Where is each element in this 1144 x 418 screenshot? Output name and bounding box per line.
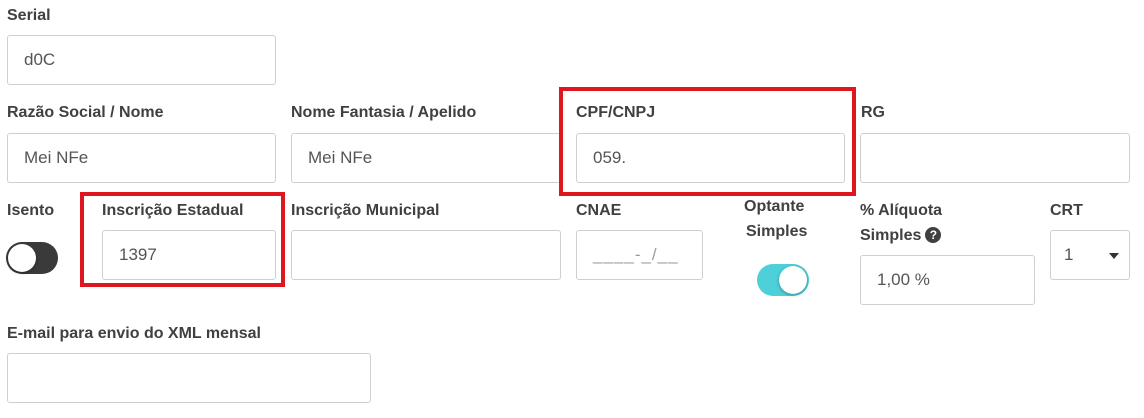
crt-label: CRT — [1050, 202, 1083, 219]
aliquota-simples-label-line1: % Alíquota — [860, 202, 943, 219]
aliquota-simples-label-line2-wrap: Simples? — [860, 226, 942, 246]
rg-label: RG — [861, 104, 885, 121]
optante-simples-label-line2: Simples — [746, 223, 808, 240]
isento-label: Isento — [7, 202, 55, 219]
inscricao-municipal-input[interactable] — [291, 230, 561, 280]
serial-label: Serial — [7, 7, 51, 24]
email-xml-input[interactable] — [7, 353, 371, 403]
optante-simples-label-line1: Optante — [744, 198, 805, 215]
serial-input[interactable]: d0C — [7, 35, 276, 85]
inscricao-estadual-highlight — [80, 192, 285, 287]
cnae-placeholder: ____-_/__ — [593, 245, 679, 264]
cpf-cnpj-highlight — [559, 87, 856, 196]
question-circle-icon[interactable]: ? — [925, 227, 942, 243]
cnae-label: CNAE — [576, 202, 622, 219]
serial-value: d0C — [24, 50, 56, 69]
cnae-input[interactable]: ____-_/__ — [576, 230, 703, 280]
optante-simples-toggle-knob — [779, 266, 807, 294]
aliquota-simples-input[interactable]: 1,00 % — [860, 255, 1035, 305]
isento-toggle[interactable] — [6, 242, 58, 274]
rg-input[interactable] — [860, 133, 1130, 183]
nome-fantasia-value: Mei NFe — [308, 148, 373, 167]
crt-selected-value: 1 — [1064, 245, 1074, 264]
aliquota-simples-value: 1,00 % — [877, 270, 930, 289]
nome-fantasia-label: Nome Fantasia / Apelido — [291, 104, 477, 121]
optante-simples-toggle[interactable] — [757, 264, 809, 296]
nome-fantasia-input[interactable]: Mei NFe — [291, 133, 561, 183]
email-xml-label: E-mail para envio do XML mensal — [7, 325, 261, 342]
isento-toggle-knob — [8, 244, 36, 272]
razao-social-input[interactable]: Mei NFe — [7, 133, 276, 183]
inscricao-municipal-label: Inscrição Municipal — [291, 202, 440, 219]
chevron-down-icon — [1109, 253, 1119, 259]
razao-social-label: Razão Social / Nome — [7, 104, 164, 121]
aliquota-simples-label-line2: Simples — [860, 227, 922, 244]
crt-select[interactable]: 1 — [1050, 230, 1130, 280]
razao-social-value: Mei NFe — [24, 148, 89, 167]
